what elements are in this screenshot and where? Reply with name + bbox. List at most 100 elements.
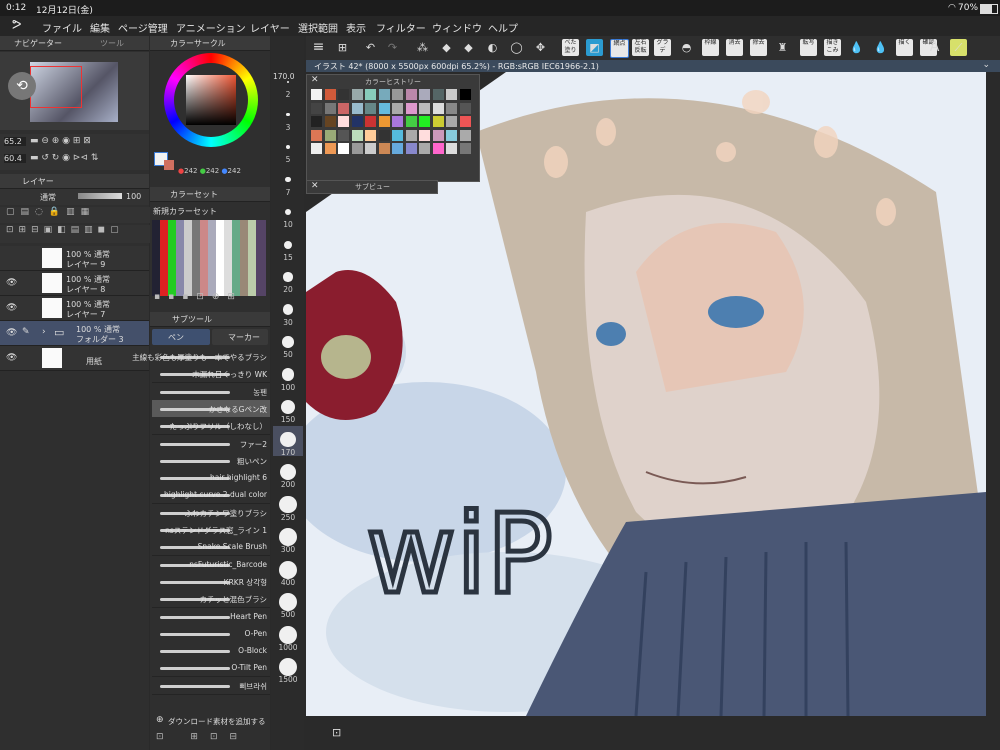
tab-layer[interactable]: レイヤー	[22, 176, 54, 187]
color-history-swatch[interactable]	[378, 143, 390, 154]
brush-item[interactable]: O-Pen	[152, 624, 270, 643]
color-history-swatch[interactable]	[446, 102, 457, 114]
tab-color-set[interactable]: カラーセット	[170, 189, 218, 200]
color-history-swatch[interactable]	[311, 129, 322, 141]
brush-item[interactable]: 삐브라쉬	[152, 676, 270, 695]
color-history-swatch[interactable]	[405, 129, 417, 141]
new-file-icon[interactable]: ⊞	[334, 39, 351, 56]
drop-icon-2[interactable]: 💧	[872, 39, 889, 56]
remove-button[interactable]: 除去	[750, 39, 767, 56]
tab-sub-tool[interactable]: サブツール	[172, 314, 212, 325]
color-history-swatch[interactable]	[419, 143, 430, 154]
color-history-swatch[interactable]	[324, 143, 336, 154]
fit-view-icon[interactable]: ⊡	[332, 726, 341, 739]
brush-size-dot[interactable]	[281, 368, 295, 381]
color-history-swatch[interactable]	[459, 89, 471, 100]
brush-size-dot[interactable]	[281, 400, 295, 414]
color-history-swatch[interactable]	[351, 102, 363, 114]
brush-item[interactable]: highlight curve 2 dual color	[152, 486, 270, 505]
color-history-swatch[interactable]	[365, 89, 376, 100]
zoom-value[interactable]: 65.2	[4, 137, 26, 146]
menu-view[interactable]: 表示	[346, 20, 366, 35]
fill-selection-icon[interactable]: ◆	[460, 39, 477, 56]
color-history-swatch[interactable]	[459, 102, 471, 114]
rotate-handle-icon[interactable]: ⟲	[8, 72, 36, 100]
layer-row[interactable]: 👁 100 % 通常 レイヤー 7	[0, 296, 149, 321]
color-set-actions[interactable]: ▪▪▪⊡⊕⊞	[150, 292, 274, 306]
color-history-swatch[interactable]	[419, 89, 430, 100]
move-icon[interactable]: ✥	[532, 39, 549, 56]
menu-filter[interactable]: フィルター	[376, 20, 426, 35]
eye-icon[interactable]: 👁	[6, 303, 17, 313]
brush-size-dot[interactable]	[279, 658, 297, 676]
color-history-swatch[interactable]	[378, 116, 390, 127]
layer-row[interactable]: 👁 100 % 通常 レイヤー 8	[0, 271, 149, 296]
blend-mode-select[interactable]: 通常	[40, 192, 56, 203]
layer-row-selected[interactable]: 👁 ✎ › ▭ 100 % 通常 フォルダー 3	[0, 321, 149, 346]
tab-tool[interactable]: ツール	[100, 38, 124, 49]
brush-item[interactable]: かさなるGペン改	[152, 399, 270, 418]
color-history-swatch[interactable]	[459, 129, 471, 141]
color-history-swatch[interactable]	[432, 89, 444, 100]
tab-navigator[interactable]: ナビゲーター	[14, 38, 62, 49]
color-history-swatch[interactable]	[378, 129, 390, 141]
sub-tool-actions[interactable]: ⊡ ⊞⊡⊟	[152, 732, 274, 748]
navigator-preview[interactable]: ⟲	[0, 52, 149, 130]
color-history-swatch[interactable]	[419, 102, 430, 114]
brush-item[interactable]: 농펜	[152, 382, 270, 401]
frame-button[interactable]: 枠線	[702, 39, 719, 56]
brush-item[interactable]: hair highlight 6	[152, 469, 270, 488]
color-set-swatches[interactable]	[152, 220, 266, 296]
menu-help[interactable]: ヘルプ	[488, 20, 518, 35]
gradient-button[interactable]: グラデ	[654, 39, 671, 56]
menu-layer[interactable]: レイヤー	[250, 20, 290, 35]
brush-size-dot[interactable]	[287, 81, 289, 83]
zoom-controls-icon[interactable]: ▬ ⊖ ⊕ ◉ ⊞ ⊠	[30, 136, 91, 146]
saturation-square[interactable]	[186, 75, 236, 125]
color-history-swatch[interactable]	[405, 143, 417, 154]
color-history-swatch[interactable]	[324, 102, 336, 114]
color-history-swatch[interactable]	[392, 116, 403, 127]
layer-row[interactable]: 👁 用紙	[0, 346, 149, 371]
menu-window[interactable]: ウィンドウ	[432, 20, 482, 35]
eye-icon[interactable]: 👁	[6, 353, 17, 363]
color-history-swatch[interactable]	[446, 129, 457, 141]
chevron-down-icon[interactable]: ⌄	[982, 60, 990, 70]
color-history-swatch[interactable]	[432, 129, 444, 141]
deselect-icon[interactable]: ⁂	[414, 39, 431, 56]
brush-item[interactable]: たっぷりフリル（しわなし）	[152, 417, 270, 436]
color-history-swatch[interactable]	[432, 102, 444, 114]
brush-size-dot[interactable]	[279, 625, 297, 644]
ink-icon[interactable]: ♜	[774, 39, 791, 56]
color-history-swatch[interactable]	[392, 143, 403, 154]
navigator-view-rect[interactable]	[30, 66, 82, 108]
color-history-swatch[interactable]	[365, 102, 376, 114]
brush-item[interactable]: ファー2	[152, 434, 270, 453]
tab-pen[interactable]: ペン	[152, 329, 210, 345]
color-history-window[interactable]: ✕ カラーヒストリー	[306, 74, 480, 182]
fill-button[interactable]: べた塗り	[562, 39, 579, 56]
color-history-swatch[interactable]	[338, 129, 349, 141]
eye-icon[interactable]: 👁	[6, 278, 17, 288]
color-history-swatch[interactable]	[365, 116, 376, 127]
lasso-icon[interactable]: ◯	[508, 39, 525, 56]
brush-item[interactable]: 粗いペン	[152, 451, 270, 470]
color-history-swatch[interactable]	[324, 89, 336, 100]
flip-button[interactable]: 左右反転	[632, 39, 649, 56]
brush-item[interactable]: 主線も彩色も厚塗りも一本でやるブラシ	[132, 348, 270, 366]
brush-size-dot[interactable]	[279, 528, 297, 546]
color-history-swatch[interactable]	[311, 102, 322, 114]
draw-button-1[interactable]: 描きこみ	[824, 39, 841, 56]
brush-item[interactable]: nsステンドグラス窓_ライン 1	[152, 521, 270, 539]
brush-size-dot[interactable]	[279, 495, 297, 514]
drop-icon-1[interactable]: 💧	[848, 39, 865, 56]
canvas-tab[interactable]: イラスト 42* (8000 x 5500px 600dpi 65.2%) - …	[306, 60, 1000, 72]
tab-color-circle[interactable]: カラーサークル	[170, 38, 226, 49]
color-history-swatch[interactable]	[432, 116, 444, 127]
color-history-swatch[interactable]	[405, 89, 417, 100]
menu-page[interactable]: ページ管理	[118, 20, 168, 35]
layer-row[interactable]: 100 % 通常 レイヤー 9	[0, 246, 149, 271]
color-history-swatch[interactable]	[311, 143, 322, 154]
color-history-swatch[interactable]	[324, 116, 336, 127]
color-history-swatch[interactable]	[311, 116, 322, 127]
